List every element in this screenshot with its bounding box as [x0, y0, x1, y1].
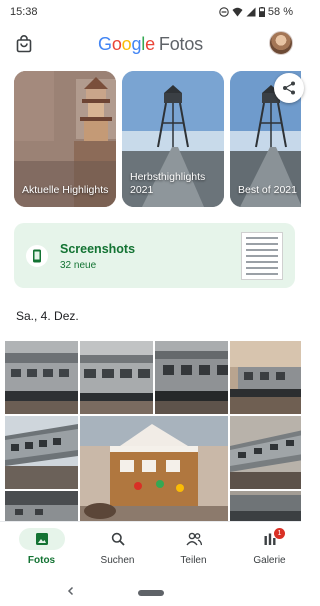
status-bar: 15:38 58 %: [0, 0, 301, 24]
photo-icon: [18, 528, 65, 550]
nav-label: Fotos: [27, 555, 56, 566]
nav-label: Teilen: [180, 555, 207, 566]
library-icon: [247, 528, 293, 550]
search-icon: [95, 528, 141, 550]
nav-suchen[interactable]: Suchen: [80, 528, 155, 572]
screenshots-title: Screenshots: [60, 242, 136, 256]
memories-carousel[interactable]: Aktuelle Highlights Herbsthighlights 202…: [14, 71, 301, 207]
photo-thumbnail[interactable]: [80, 341, 153, 414]
bottom-navigation: Fotos Suchen Teilen 1 Galerie: [0, 521, 301, 573]
photo-thumbnail[interactable]: [5, 416, 78, 489]
photo-thumbnail[interactable]: [5, 491, 78, 521]
do-not-disturb-icon: [219, 7, 229, 17]
status-time: 15:38: [10, 6, 38, 18]
app-logo: Google Fotos: [98, 34, 203, 55]
date-header: Sa., 4. Dez.: [16, 309, 79, 323]
battery-percent: 58 %: [267, 6, 293, 18]
memory-label: Herbsthighlights 2021: [130, 171, 206, 196]
photo-thumbnail[interactable]: [5, 341, 78, 414]
nav-galerie[interactable]: 1 Galerie: [232, 528, 307, 572]
memory-label: Aktuelle Highlights: [22, 184, 109, 196]
signal-icon: [246, 7, 256, 17]
photo-thumbnail[interactable]: [155, 341, 228, 414]
app-bar: Google Fotos: [0, 28, 301, 60]
back-chevron-icon[interactable]: [66, 586, 76, 596]
people-icon: [171, 528, 217, 550]
nav-teilen[interactable]: Teilen: [156, 528, 231, 572]
photo-thumbnail[interactable]: [230, 491, 301, 521]
nav-label: Galerie: [253, 555, 286, 566]
shopping-bag-icon[interactable]: [15, 35, 33, 53]
share-button[interactable]: [274, 73, 304, 103]
screenshots-card[interactable]: Screenshots 32 neue: [14, 223, 295, 288]
memory-card-herbsthighlights-2021[interactable]: Herbsthighlights 2021: [122, 71, 224, 207]
share-icon: [283, 81, 295, 95]
home-pill[interactable]: [138, 590, 164, 596]
status-icons: 58 %: [219, 6, 293, 18]
battery-icon: [258, 7, 265, 17]
memory-card-aktuelle-highlights[interactable]: Aktuelle Highlights: [14, 71, 116, 207]
notification-badge: 1: [274, 528, 285, 539]
phone-screenshot-icon: [26, 245, 48, 267]
photo-thumbnail-gingerbread[interactable]: [80, 416, 228, 521]
logo-google: Google: [98, 33, 155, 54]
photo-grid: [5, 341, 301, 521]
logo-product: Fotos: [158, 33, 203, 54]
system-navigation-bar: [0, 578, 301, 606]
photo-thumbnail[interactable]: [230, 341, 301, 414]
screenshot-thumbnail: [241, 232, 283, 280]
nav-fotos[interactable]: Fotos: [4, 528, 79, 572]
memory-label: Best of 2021: [238, 184, 297, 196]
wifi-icon: [232, 7, 243, 17]
avatar[interactable]: [269, 31, 293, 55]
screenshots-subtitle: 32 neue: [60, 260, 97, 271]
photo-thumbnail[interactable]: [230, 416, 301, 489]
nav-label: Suchen: [100, 555, 135, 566]
